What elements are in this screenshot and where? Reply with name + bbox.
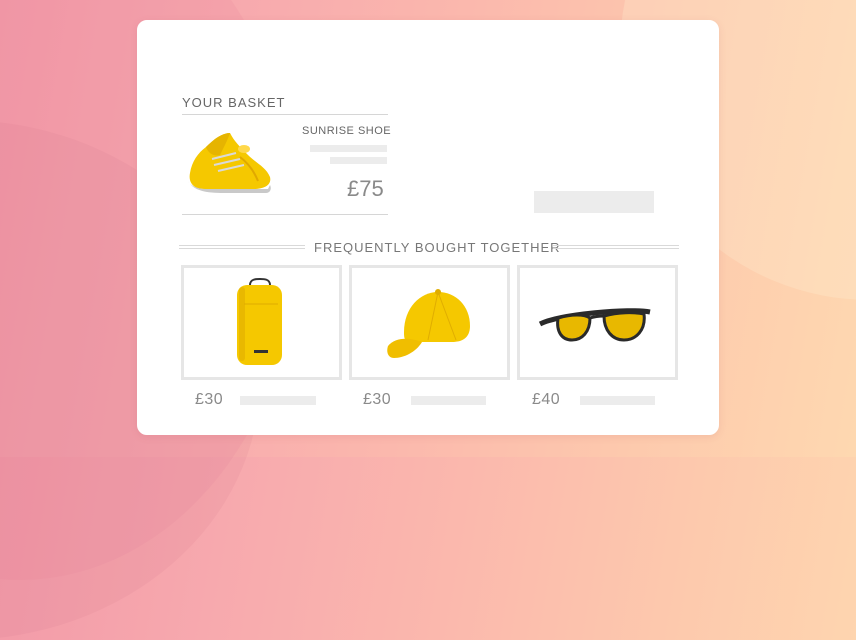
backpack-image <box>237 277 282 365</box>
recommendations-title: FREQUENTLY BOUGHT TOGETHER <box>314 240 561 255</box>
basket-top-divider <box>182 114 388 115</box>
product-card-placeholder <box>240 396 316 405</box>
product-card-price: £30 <box>195 391 224 408</box>
basket-item-name: SUNRISE SHOE <box>302 125 392 137</box>
browser-window: YOUR BASKET SUNRISE SHOE £75 FREQUENTLY … <box>137 20 719 435</box>
section-divider <box>553 245 679 249</box>
product-card-backpack[interactable] <box>181 265 342 380</box>
product-card-placeholder <box>411 396 486 405</box>
product-card-price: £30 <box>363 391 392 408</box>
window-control-dot[interactable] <box>202 37 211 46</box>
shoe-product-image[interactable] <box>184 123 276 203</box>
basket-title: YOUR BASKET <box>182 95 286 110</box>
section-divider <box>179 245 305 249</box>
text-placeholder <box>330 157 387 164</box>
checkout-button-placeholder[interactable] <box>534 191 654 213</box>
text-placeholder <box>310 145 387 152</box>
product-card-price: £40 <box>532 391 561 408</box>
window-control-dot[interactable] <box>179 37 188 46</box>
cap-image <box>387 289 470 358</box>
product-card-placeholder <box>580 396 655 405</box>
basket-item-price: £75 <box>347 176 384 201</box>
window-control-dot[interactable] <box>157 37 166 46</box>
page-content: YOUR BASKET SUNRISE SHOE £75 FREQUENTLY … <box>139 63 717 433</box>
window-titlebar <box>139 22 717 63</box>
product-card-cap[interactable] <box>349 265 510 380</box>
basket-bottom-divider <box>182 214 388 215</box>
sunglasses-image <box>538 308 651 342</box>
product-card-sunglasses[interactable] <box>517 265 678 380</box>
